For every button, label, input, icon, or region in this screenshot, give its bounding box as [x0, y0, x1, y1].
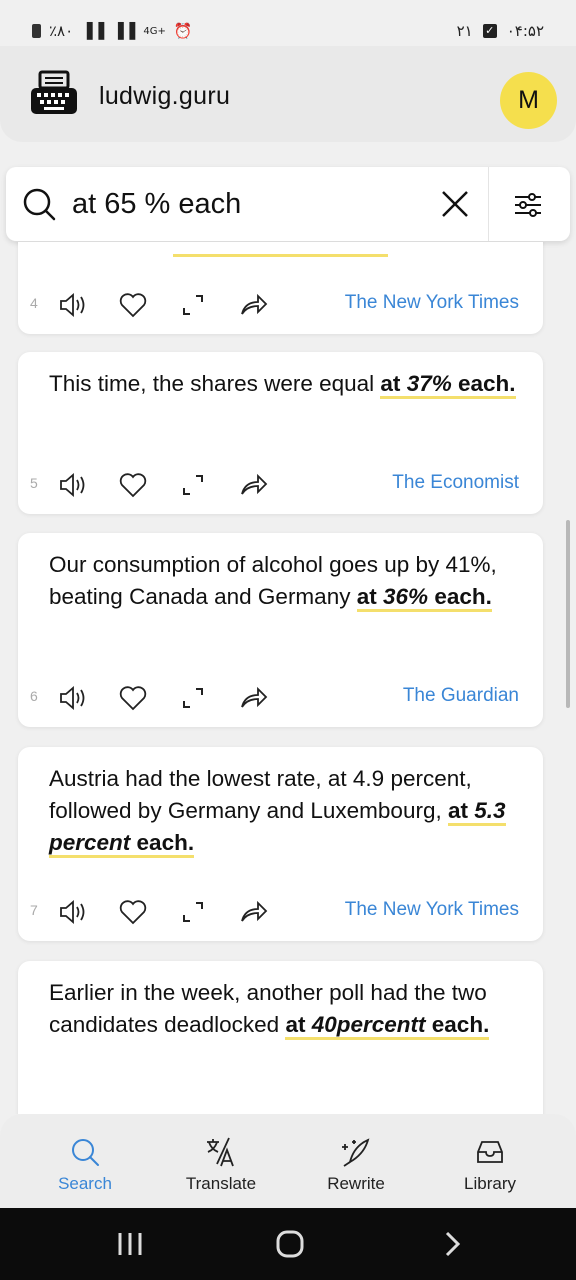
search-input[interactable] — [72, 183, 422, 225]
source-link[interactable]: The Guardian — [403, 685, 519, 707]
speaker-icon[interactable] — [58, 683, 88, 713]
card-actions: 6 The Guardian — [18, 677, 543, 717]
match-value: 36% — [383, 584, 429, 612]
sentence-text: This time, the shares were equal — [49, 371, 381, 396]
match-each: each. — [136, 830, 195, 858]
nav-translate[interactable]: Translate — [156, 1136, 286, 1194]
match-each: each. — [434, 584, 492, 612]
match-value: 40percentt — [311, 1012, 426, 1040]
battery-percent: ٪۸۰ — [49, 22, 74, 40]
nav-label: Rewrite — [327, 1174, 385, 1193]
nav-rewrite[interactable]: Rewrite — [291, 1136, 421, 1194]
result-card: Our consumption of alcohol goes up by 41… — [18, 533, 543, 727]
notification-count: ۲۱ — [456, 22, 473, 40]
app-header: ludwig.guru M — [0, 46, 576, 142]
rewrite-icon — [342, 1138, 370, 1167]
speaker-icon[interactable] — [58, 470, 88, 500]
heart-icon[interactable] — [118, 683, 148, 713]
back-icon[interactable] — [438, 1230, 466, 1258]
source-link[interactable]: The Economist — [392, 472, 519, 494]
translate-icon — [207, 1137, 234, 1167]
match-each: each. — [431, 1012, 490, 1040]
battery-icon — [32, 24, 41, 38]
results-list: 4 The New York Times This time, the shar… — [0, 242, 576, 1114]
status-bar: ٪۸۰ ▐▐ ▐▐ 4G+ ⏰ ۲۱ ✓ ۰۴:۵۲ — [0, 0, 576, 46]
match-value-text: 36% — [383, 584, 429, 609]
typewriter-logo-icon[interactable] — [30, 70, 78, 118]
status-right: ۲۱ ✓ ۰۴:۵۲ — [457, 22, 544, 40]
heart-icon[interactable] — [118, 470, 148, 500]
system-navigation-bar — [0, 1208, 576, 1280]
status-left: ٪۸۰ ▐▐ ▐▐ 4G+ ⏰ — [32, 22, 193, 40]
result-sentence: Austria had the lowest rate, at 4.9 perc… — [49, 763, 519, 859]
clock: ۰۴:۵۲ — [506, 22, 544, 40]
site-name[interactable]: ludwig.guru — [99, 82, 230, 111]
match-value: 37% — [406, 371, 452, 399]
search-bar — [6, 167, 570, 241]
result-sentence: Our consumption of alcohol goes up by 41… — [49, 549, 519, 613]
source-link[interactable]: The New York Times — [345, 899, 519, 921]
match-at: at — [447, 798, 468, 826]
user-avatar[interactable]: M — [500, 72, 557, 129]
result-index: 7 — [30, 902, 38, 918]
scrollbar[interactable] — [566, 520, 570, 708]
card-actions: 4 The New York Times — [18, 284, 543, 324]
result-card: Earlier in the week, another poll had th… — [18, 961, 543, 1114]
search-icon[interactable] — [22, 187, 56, 221]
search-icon — [72, 1139, 99, 1166]
checkbox-icon: ✓ — [482, 24, 497, 38]
result-index: 5 — [30, 475, 38, 491]
clear-icon[interactable] — [440, 189, 470, 219]
card-actions: 5 The Economist — [18, 464, 543, 504]
search-divider — [488, 167, 489, 241]
nav-label: Search — [58, 1174, 112, 1193]
network-type: 4G+ — [143, 25, 166, 37]
source-link[interactable]: The New York Times — [345, 292, 519, 314]
alarm-icon: ⏰ — [173, 22, 193, 40]
heart-icon[interactable] — [118, 897, 148, 927]
share-icon[interactable] — [238, 897, 268, 927]
match-at: at — [285, 1012, 306, 1040]
speaker-icon[interactable] — [58, 897, 88, 927]
match-underline — [173, 254, 388, 257]
result-sentence: Earlier in the week, another poll had th… — [49, 977, 519, 1041]
heart-icon[interactable] — [118, 290, 148, 320]
home-icon[interactable] — [276, 1230, 304, 1258]
share-icon[interactable] — [238, 470, 268, 500]
signal-icon-2: ▐▐ — [112, 22, 136, 40]
result-index: 6 — [30, 688, 38, 704]
nav-search[interactable]: Search — [20, 1136, 150, 1194]
share-icon[interactable] — [238, 683, 268, 713]
recent-apps-icon[interactable] — [116, 1230, 144, 1258]
signal-icon: ▐▐ — [81, 22, 105, 40]
result-index: 4 — [30, 295, 38, 311]
nav-library[interactable]: Library — [425, 1136, 555, 1194]
library-icon — [477, 1141, 503, 1163]
result-card: This time, the shares were equal at 37% … — [18, 352, 543, 514]
bottom-navigation: Search Translate Rewrite Library — [0, 1114, 576, 1208]
result-card: Austria had the lowest rate, at 4.9 perc… — [18, 747, 543, 941]
match-value-text: 37% — [406, 371, 452, 396]
result-card: 4 The New York Times — [18, 242, 543, 334]
expand-icon[interactable] — [178, 290, 208, 320]
match-each: each. — [458, 371, 516, 399]
share-icon[interactable] — [238, 290, 268, 320]
speaker-icon[interactable] — [58, 290, 88, 320]
expand-icon[interactable] — [178, 897, 208, 927]
card-actions: 7 The New York Times — [18, 891, 543, 931]
sentence-text: Austria had the lowest rate, at 4.9 perc… — [49, 766, 472, 823]
expand-icon[interactable] — [178, 683, 208, 713]
filter-settings-icon[interactable] — [512, 189, 544, 221]
match-value-text: 40percentt — [311, 1012, 426, 1037]
nav-label: Translate — [185, 1174, 257, 1193]
result-sentence: This time, the shares were equal at 37% … — [49, 368, 519, 400]
expand-icon[interactable] — [178, 470, 208, 500]
nav-label: Library — [464, 1174, 516, 1193]
match-at: at — [356, 584, 377, 612]
match-at: at — [380, 371, 401, 399]
